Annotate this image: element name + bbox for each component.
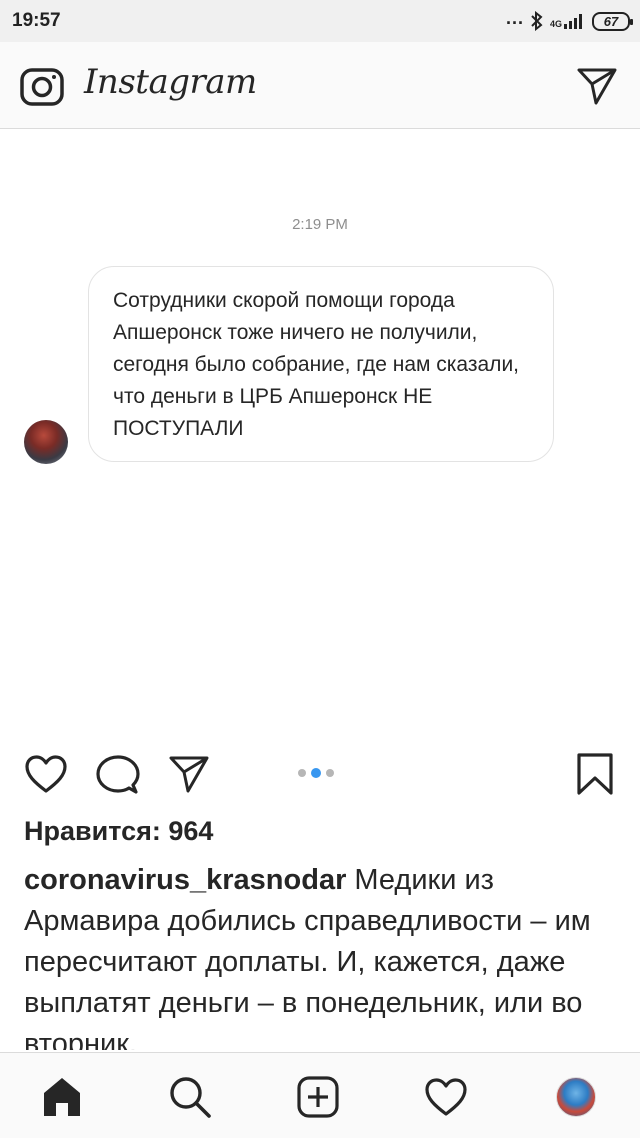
carousel-dot [311, 768, 321, 778]
bottom-navigation [0, 1052, 640, 1138]
home-icon[interactable] [40, 1075, 84, 1119]
activity-icon[interactable] [424, 1075, 468, 1119]
app-header: Instagram [0, 42, 640, 129]
status-bar: 19:57 ... 4G 67 [0, 0, 640, 42]
battery-level: 67 [603, 13, 619, 29]
profile-avatar [556, 1077, 596, 1117]
signal-indicator: 4G [550, 13, 586, 29]
post-actions [0, 740, 640, 810]
bluetooth-icon [531, 11, 543, 31]
carousel-indicator [298, 768, 334, 778]
sender-avatar [24, 420, 68, 464]
post-image[interactable]: 2:19 PM Сотрудники скорой помощи города … [0, 130, 640, 740]
notification-dots: ... [505, 8, 524, 28]
post-caption: coronavirus_krasnodar Медики из Армавира… [24, 860, 620, 1050]
caption-username[interactable]: coronavirus_krasnodar [24, 864, 346, 896]
status-icons: ... 4G 67 [505, 8, 633, 33]
direct-icon[interactable] [576, 66, 618, 111]
status-time: 19:57 [12, 10, 61, 31]
carousel-dot [298, 769, 306, 777]
likes-count[interactable]: Нравится: 964 [24, 816, 213, 847]
carousel-dot [326, 769, 334, 777]
message-bubble: Сотрудники скорой помощи города Апшеронс… [88, 266, 554, 462]
comment-icon[interactable] [96, 754, 140, 801]
message-text: Сотрудники скорой помощи города Апшеронс… [113, 289, 520, 440]
network-type: 4G [549, 19, 562, 29]
heart-icon[interactable] [24, 754, 68, 799]
add-icon[interactable] [296, 1075, 340, 1119]
camera-icon[interactable] [20, 67, 64, 112]
message-timestamp: 2:19 PM [292, 216, 348, 233]
instagram-logo[interactable]: Instagram [84, 62, 257, 102]
bookmark-icon[interactable] [576, 752, 614, 801]
profile-tab[interactable] [554, 1075, 598, 1119]
search-icon[interactable] [168, 1075, 212, 1119]
signal-icon [564, 14, 582, 29]
battery-indicator: 67 [592, 11, 633, 31]
share-icon[interactable] [168, 754, 210, 799]
